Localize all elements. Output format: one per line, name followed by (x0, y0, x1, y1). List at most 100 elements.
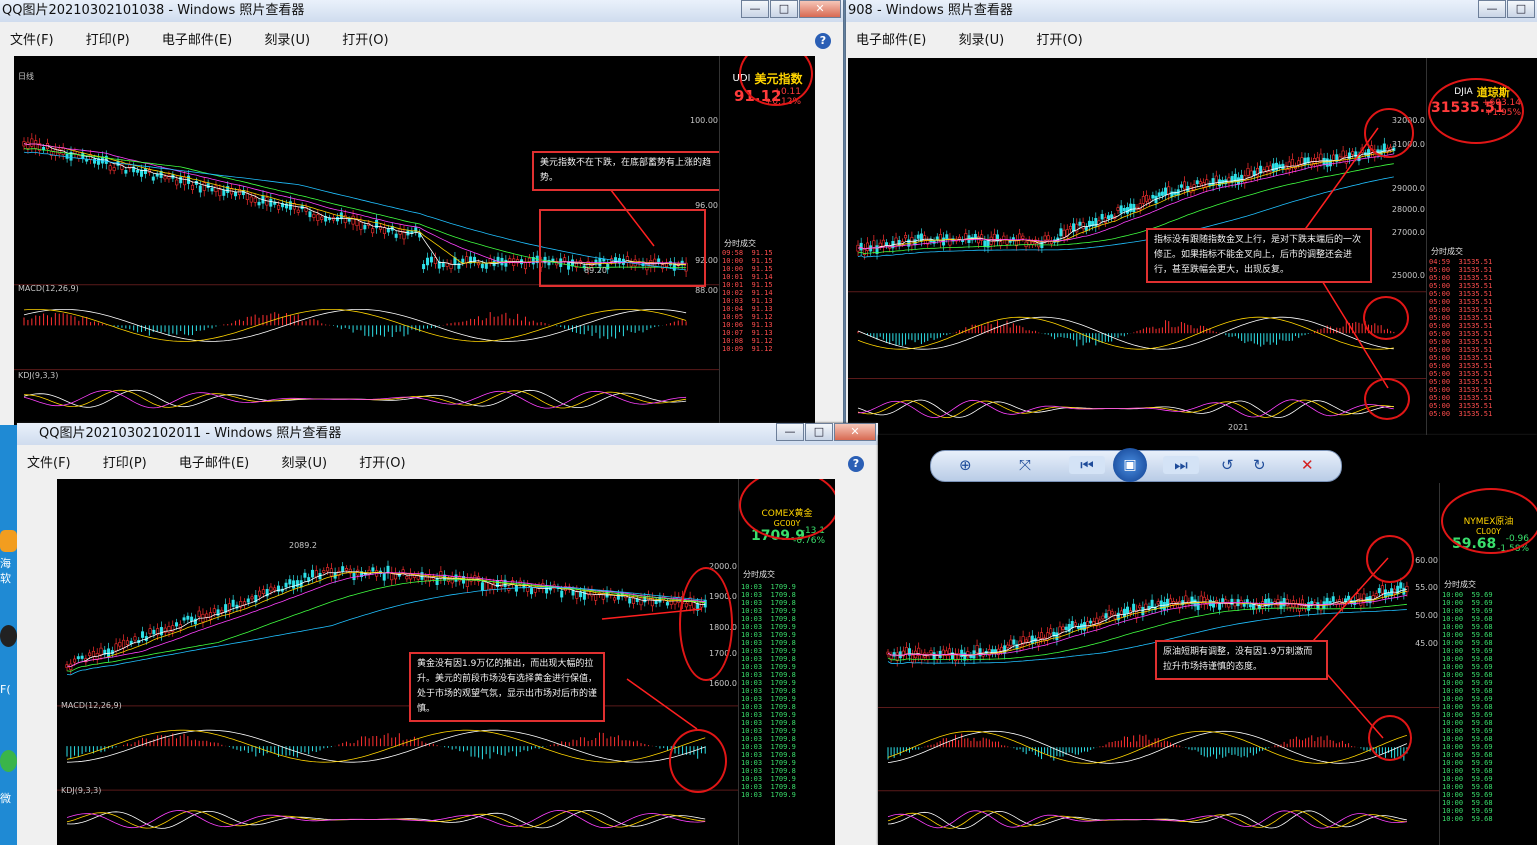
candle (1036, 637, 1040, 646)
menu-print[interactable]: 打印(P) (86, 33, 130, 48)
candle (261, 589, 265, 594)
candle (1183, 181, 1187, 190)
candle (218, 189, 222, 197)
maximize-button[interactable]: □ (770, 0, 798, 18)
minimize-button[interactable]: — (776, 423, 804, 441)
maximize-button[interactable]: □ (805, 423, 833, 441)
candle (1366, 149, 1370, 158)
highlight-circle-djia-macd (1363, 296, 1409, 340)
help-icon[interactable]: ? (815, 33, 831, 49)
macd-line (66, 729, 706, 763)
candle (897, 240, 901, 246)
help-icon[interactable]: ? (848, 456, 864, 472)
candle (382, 227, 386, 234)
wechat-icon[interactable] (0, 750, 17, 772)
candle (1061, 626, 1065, 630)
slideshow-icon[interactable]: ▣ (1113, 448, 1147, 482)
candle (579, 591, 583, 598)
candle (371, 228, 375, 234)
macd-line (857, 316, 1394, 350)
candle (292, 580, 296, 589)
candle (1018, 233, 1022, 241)
candle (347, 219, 351, 222)
candle (1211, 178, 1215, 186)
menu-file[interactable]: 文件(F) (10, 33, 54, 48)
candle (258, 590, 262, 597)
candle (394, 233, 398, 238)
candle (484, 582, 488, 591)
prev-icon[interactable]: ⏮ (1069, 456, 1105, 474)
window-title: 908 - Windows 照片查看器 (848, 3, 1013, 18)
candle (140, 169, 144, 177)
title-bar[interactable]: QQ图片20210302101038 - Windows 照片查看器 — □ ✕ (0, 0, 843, 22)
close-button[interactable]: ✕ (834, 423, 876, 441)
minimize-button[interactable]: — (741, 0, 769, 18)
candle (1184, 595, 1188, 604)
candle (1000, 646, 1004, 652)
photo-viewer-window-oil: 60.00 55.00 50.00 45.00 原油短期有调整，没有因1.9万刺… (878, 435, 1537, 845)
ticks-title: 分时成交 (724, 239, 756, 248)
candle (1351, 151, 1355, 155)
annotation-oil: 原油短期有调整，没有因1.9万刺激而拉升市场持谨慎的态度。 (1155, 640, 1328, 680)
menu-open[interactable]: 打开(O) (1036, 33, 1082, 48)
highlight-circle-oil-macd (1368, 715, 1412, 761)
macd-line (887, 730, 1408, 764)
menu-burn[interactable]: 刻录(U) (281, 456, 327, 471)
candle (312, 213, 316, 218)
candle (1156, 601, 1160, 605)
candle (80, 655, 84, 659)
candle (197, 610, 201, 617)
candle (904, 235, 908, 239)
menu-email[interactable]: 电子邮件(E) (162, 33, 232, 48)
ticks-title: 分时成交 (1431, 247, 1463, 256)
minimize-button[interactable]: — (1478, 0, 1506, 18)
candle (231, 599, 235, 607)
candle (1396, 585, 1400, 595)
menu-print[interactable]: 打印(P) (103, 456, 147, 471)
rotate-right-icon[interactable]: ↻ (1253, 456, 1266, 474)
candle (1331, 596, 1335, 602)
y-label: 29000.0 (1391, 184, 1425, 193)
y-label: 88.00 (695, 286, 718, 295)
candle (249, 196, 253, 203)
candle (277, 204, 281, 210)
menu-email[interactable]: 电子邮件(E) (856, 33, 926, 48)
qq-icon[interactable] (0, 625, 17, 647)
candle (1081, 222, 1085, 230)
next-icon[interactable]: ⏭ (1163, 456, 1199, 474)
menu-open[interactable]: 打开(O) (359, 456, 405, 471)
title-bar[interactable]: QQ图片20210302102011 - Windows 照片查看器 — □ ✕ (17, 423, 878, 445)
title-bar[interactable]: 908 - Windows 照片查看器 — □ (846, 0, 1537, 22)
candle (484, 263, 488, 269)
desktop-app-icon[interactable] (0, 530, 17, 552)
macd-line (23, 309, 687, 342)
close-button[interactable]: ✕ (799, 0, 841, 18)
candle (892, 652, 896, 657)
delete-icon[interactable]: ✕ (1301, 456, 1314, 474)
candle (1195, 180, 1199, 185)
menu-email[interactable]: 电子邮件(E) (179, 456, 249, 471)
candle (284, 582, 288, 588)
menu-open[interactable]: 打开(O) (342, 33, 388, 48)
fit-icon[interactable]: ⤧ (1019, 456, 1031, 474)
candle (122, 639, 126, 649)
candle (1132, 603, 1136, 611)
maximize-button[interactable]: □ (1507, 0, 1535, 18)
candle (1162, 602, 1166, 610)
candle (1043, 235, 1047, 241)
highlight-circle-gold-chart (679, 567, 733, 681)
candle (1261, 601, 1265, 609)
candle (186, 615, 190, 620)
candle (352, 572, 356, 581)
candle (492, 260, 496, 267)
menu-burn[interactable]: 刻录(U) (264, 33, 310, 48)
candle (344, 567, 348, 571)
candle (296, 209, 300, 213)
menu-burn[interactable]: 刻录(U) (959, 33, 1005, 48)
rotate-left-icon[interactable]: ↺ (1221, 456, 1234, 474)
candle (465, 256, 469, 264)
zoom-icon[interactable]: ⊕ (959, 456, 972, 474)
candle (1297, 160, 1301, 165)
djia-chart-area: 32000.0 31000.0 29000.0 28000.0 27000.0 … (848, 58, 1427, 435)
menu-file[interactable]: 文件(F) (27, 456, 71, 471)
